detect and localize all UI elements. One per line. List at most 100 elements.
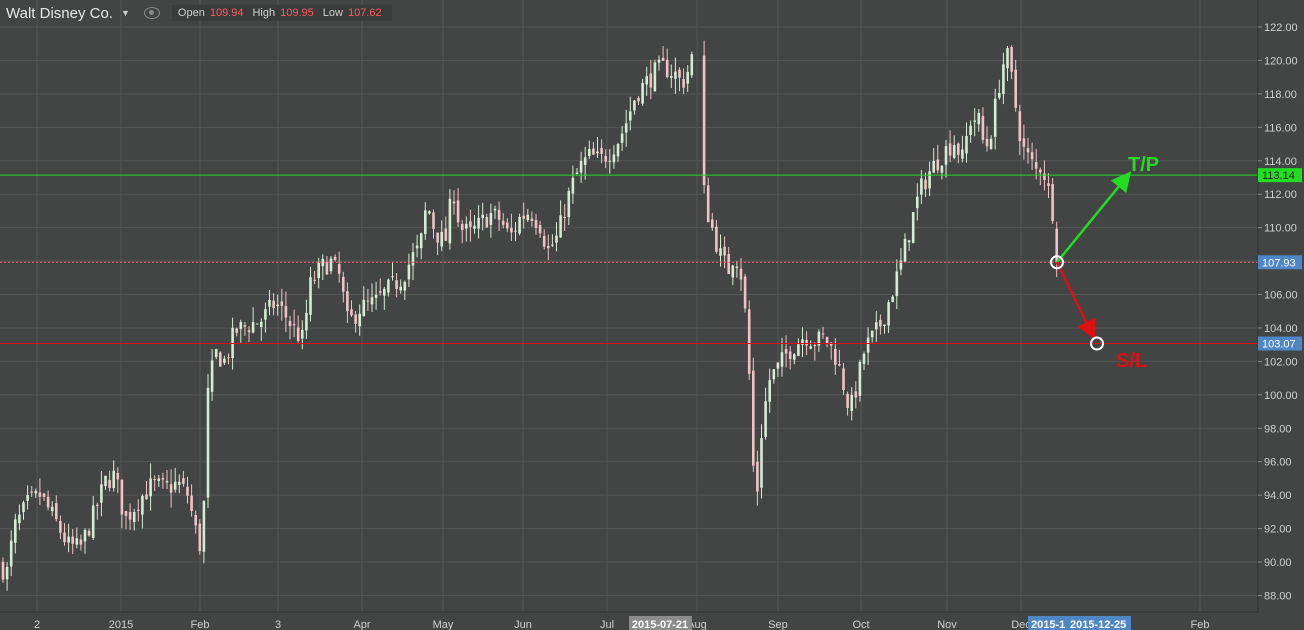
candle-up xyxy=(173,481,177,490)
candle-down xyxy=(153,479,156,481)
stop-loss-arrow[interactable] xyxy=(1055,261,1096,341)
candle-up xyxy=(251,322,255,333)
candle-down xyxy=(63,532,66,543)
x-tick-label: 2015 xyxy=(109,619,133,630)
candle-up xyxy=(206,387,210,498)
candle-down xyxy=(71,536,74,544)
candle-up xyxy=(100,484,103,503)
price-chart[interactable]: T/P S/L 88.00 90.00 92.00 94.00 96.00 98.00 100… xyxy=(0,0,1304,630)
symbol-name[interactable]: Walt Disney Co. xyxy=(6,5,113,22)
candle-up xyxy=(268,299,271,307)
x-tick-label: 3 xyxy=(275,619,281,630)
candle-up xyxy=(424,210,427,234)
candle-up xyxy=(276,304,279,307)
eye-icon[interactable] xyxy=(143,7,160,19)
candle-up xyxy=(362,299,366,316)
candle-up xyxy=(567,190,571,218)
candle-down xyxy=(981,116,985,140)
candle-down xyxy=(227,357,230,359)
candle-down xyxy=(137,509,140,511)
x-tick-label: May xyxy=(433,619,454,630)
candle-up xyxy=(1006,47,1009,69)
x-tick-label: Nov xyxy=(937,619,957,630)
candle-down xyxy=(79,539,83,545)
x-tick-label: Feb xyxy=(1191,619,1210,630)
candle-down xyxy=(469,221,472,227)
candle-up xyxy=(977,112,981,125)
candle-up xyxy=(14,519,17,543)
candle-down xyxy=(604,156,607,162)
candle-up xyxy=(305,312,308,331)
take-profit-arrow[interactable] xyxy=(1056,171,1132,264)
candle-down xyxy=(96,504,99,506)
candle-up xyxy=(928,171,931,189)
candle-up xyxy=(768,380,771,402)
candle-up xyxy=(850,394,853,411)
range-start-label: 2015-1 xyxy=(1031,619,1065,630)
candle-down xyxy=(432,212,435,229)
candle-down xyxy=(948,143,952,156)
y-tick-label: 90.00 xyxy=(1264,557,1292,569)
candle-down xyxy=(501,220,505,225)
range-end-label: 2015-12-25 xyxy=(1070,619,1126,630)
candle-down xyxy=(460,223,464,231)
candle-up xyxy=(731,265,735,278)
candle-up xyxy=(231,327,234,359)
symbol-dropdown-icon[interactable]: ▼ xyxy=(121,8,130,18)
candle-down xyxy=(456,200,460,223)
candle-down xyxy=(497,209,501,220)
tp-price-badge: 113.14 xyxy=(1262,170,1295,182)
candle-up xyxy=(969,125,972,136)
candle-down xyxy=(1022,138,1026,147)
candle-down xyxy=(38,492,42,497)
candle-down xyxy=(46,496,50,508)
candle-down xyxy=(805,339,808,346)
candle-down xyxy=(485,216,489,228)
candle-down xyxy=(510,227,513,233)
candle-up xyxy=(555,235,558,243)
candle-down xyxy=(838,364,841,366)
candle-up xyxy=(481,214,484,219)
candle-up xyxy=(391,276,394,278)
candle-down xyxy=(346,291,349,312)
y-tick-label: 88.00 xyxy=(1264,591,1292,603)
candle-down xyxy=(1018,111,1022,142)
candle-up xyxy=(793,354,796,360)
low-value: 107.62 xyxy=(347,7,382,19)
y-tick-label: 114.00 xyxy=(1264,156,1297,168)
candle-down xyxy=(337,263,341,274)
candle-down xyxy=(846,393,849,409)
candle-up xyxy=(596,151,599,154)
y-tick-label: 98.00 xyxy=(1264,423,1292,435)
candle-down xyxy=(788,351,792,359)
candle-up xyxy=(223,358,226,363)
candle-up xyxy=(141,495,144,515)
x-tick-label: 2 xyxy=(34,619,40,630)
candle-up xyxy=(932,160,935,173)
candle-up xyxy=(1002,64,1005,95)
y-tick-label: 120.00 xyxy=(1264,55,1298,67)
candle-up xyxy=(403,281,407,291)
candle-up xyxy=(415,245,419,249)
candle-up xyxy=(407,264,411,280)
candle-down xyxy=(354,314,357,324)
candle-down xyxy=(1014,69,1017,108)
candle-down xyxy=(834,348,837,365)
candle-up xyxy=(255,323,259,325)
candle-down xyxy=(784,349,788,354)
candle-up xyxy=(911,212,915,243)
candle-down xyxy=(116,472,120,480)
candle-up xyxy=(9,540,13,567)
candle-up xyxy=(670,75,673,78)
candle-up xyxy=(551,244,554,246)
candle-down xyxy=(649,73,653,88)
candle-up xyxy=(735,266,739,268)
candle-up xyxy=(903,238,907,262)
candle-up xyxy=(993,98,997,137)
candle-down xyxy=(350,309,353,316)
candle-down xyxy=(120,479,124,515)
candle-down xyxy=(534,219,538,228)
candle-down xyxy=(325,261,329,275)
candle-up xyxy=(772,369,776,380)
candle-up xyxy=(210,360,214,392)
